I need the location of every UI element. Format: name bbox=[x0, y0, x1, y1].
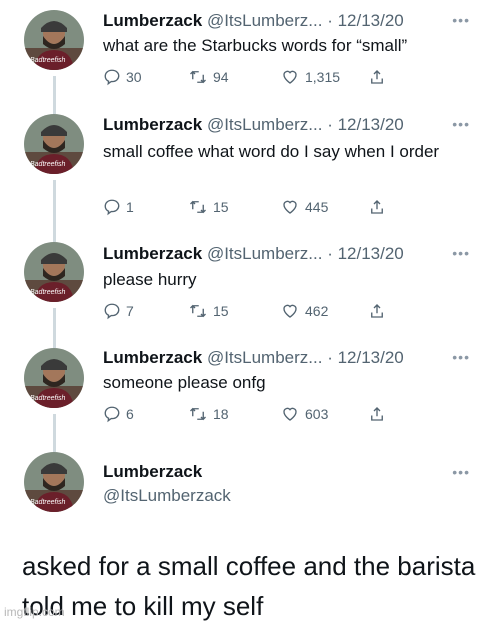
reply-button[interactable]: 6 bbox=[103, 405, 134, 423]
like-icon bbox=[283, 407, 297, 421]
retweet-icon bbox=[190, 200, 206, 214]
reply-button[interactable]: 1 bbox=[103, 198, 134, 216]
tweet-text: someone please onfg bbox=[103, 373, 266, 392]
avatar-text: Badtreefish bbox=[30, 395, 66, 402]
reply-icon bbox=[104, 69, 120, 86]
username[interactable]: @ItsLumberz... bbox=[207, 115, 323, 134]
avatar[interactable]: Badtreefish bbox=[24, 242, 84, 302]
reply-count: 7 bbox=[126, 303, 134, 319]
avatar[interactable]: Badtreefish bbox=[24, 114, 84, 174]
username[interactable]: @ItsLumberzack bbox=[103, 486, 231, 506]
tweet-actions: 6 18 603 bbox=[103, 405, 403, 427]
retweet-button[interactable]: 18 bbox=[188, 405, 229, 423]
retweet-count: 15 bbox=[213, 199, 229, 215]
share-icon bbox=[371, 200, 383, 214]
tweet-text: please hurry bbox=[103, 270, 197, 289]
share-icon bbox=[371, 304, 383, 318]
more-icon[interactable]: ••• bbox=[452, 245, 470, 261]
more-icon[interactable]: ••• bbox=[452, 464, 470, 480]
like-icon bbox=[283, 304, 297, 318]
username[interactable]: @ItsLumberz... bbox=[207, 11, 323, 30]
retweet-button[interactable]: 15 bbox=[188, 198, 229, 216]
tweet-text: what are the Starbucks words for “small” bbox=[103, 36, 408, 55]
watermark: imgflip.com bbox=[4, 605, 65, 619]
like-button[interactable]: 603 bbox=[280, 405, 328, 423]
avatar[interactable]: Badtreefish bbox=[24, 452, 84, 512]
avatar[interactable]: Badtreefish bbox=[24, 348, 84, 408]
tweet-actions: 7 15 462 bbox=[103, 302, 403, 324]
display-name[interactable]: Lumberzack bbox=[103, 11, 202, 30]
thread-line bbox=[53, 180, 56, 242]
display-name[interactable]: Lumberzack bbox=[103, 244, 202, 263]
reply-button[interactable]: 7 bbox=[103, 302, 134, 320]
username[interactable]: @ItsLumberz... bbox=[207, 348, 323, 367]
avatar-text: Badtreefish bbox=[30, 499, 66, 506]
tweet-header: Lumberzack @ItsLumberz... · 12/13/20 bbox=[103, 10, 404, 32]
like-count: 1,315 bbox=[305, 69, 341, 85]
avatar-text: Badtreefish bbox=[30, 161, 66, 168]
display-name[interactable]: Lumberzack bbox=[103, 462, 202, 482]
tweet-text: small coffee what word do I say when I o… bbox=[103, 142, 440, 161]
like-button[interactable]: 1,315 bbox=[280, 68, 340, 86]
like-button[interactable]: 445 bbox=[280, 198, 328, 216]
share-button[interactable] bbox=[368, 68, 386, 86]
share-icon bbox=[371, 407, 383, 421]
reply-icon bbox=[104, 199, 120, 216]
reply-count: 1 bbox=[126, 199, 134, 215]
retweet-count: 18 bbox=[213, 406, 229, 422]
reply-icon bbox=[104, 303, 120, 320]
timestamp[interactable]: · 12/13/20 bbox=[327, 244, 404, 263]
timestamp[interactable]: · 12/13/20 bbox=[327, 348, 404, 367]
avatar[interactable]: Badtreefish bbox=[24, 10, 84, 70]
retweet-button[interactable]: 94 bbox=[188, 68, 229, 86]
timestamp[interactable]: · 12/13/20 bbox=[327, 115, 404, 134]
avatar-text: Badtreefish bbox=[30, 289, 66, 296]
username[interactable]: @ItsLumberz... bbox=[207, 244, 323, 263]
display-name[interactable]: Lumberzack bbox=[103, 348, 202, 367]
reply-button[interactable]: 30 bbox=[103, 68, 142, 86]
tweet-header: Lumberzack @ItsLumberz... · 12/13/20 bbox=[103, 243, 404, 265]
meme-caption: asked for a small coffee and the barista… bbox=[22, 551, 476, 621]
retweet-icon bbox=[190, 70, 206, 84]
more-icon[interactable]: ••• bbox=[452, 12, 470, 28]
display-name[interactable]: Lumberzack bbox=[103, 115, 202, 134]
share-button[interactable] bbox=[368, 302, 386, 320]
more-icon[interactable]: ••• bbox=[452, 349, 470, 365]
like-count: 445 bbox=[305, 199, 329, 215]
tweet-actions: 30 94 1,315 bbox=[103, 68, 403, 90]
retweet-icon bbox=[190, 304, 206, 318]
thread-line bbox=[53, 414, 56, 452]
avatar-text: Badtreefish bbox=[30, 57, 66, 64]
like-icon bbox=[283, 70, 297, 84]
retweet-count: 15 bbox=[213, 303, 229, 319]
more-icon[interactable]: ••• bbox=[452, 116, 470, 132]
retweet-count: 94 bbox=[213, 69, 229, 85]
share-icon bbox=[371, 70, 383, 84]
reply-count: 6 bbox=[126, 406, 134, 422]
retweet-button[interactable]: 15 bbox=[188, 302, 229, 320]
like-icon bbox=[283, 200, 297, 214]
like-count: 603 bbox=[305, 406, 329, 422]
reply-icon bbox=[104, 406, 120, 423]
tweet-header: Lumberzack @ItsLumberz... · 12/13/20 bbox=[103, 114, 404, 136]
share-button[interactable] bbox=[368, 405, 386, 423]
retweet-icon bbox=[190, 407, 206, 421]
reply-count: 30 bbox=[126, 69, 142, 85]
thread-line bbox=[53, 76, 56, 114]
like-button[interactable]: 462 bbox=[280, 302, 328, 320]
share-button[interactable] bbox=[368, 198, 386, 216]
thread-line bbox=[53, 308, 56, 348]
timestamp[interactable]: · 12/13/20 bbox=[327, 11, 404, 30]
tweet-actions: 1 15 445 bbox=[103, 198, 403, 220]
like-count: 462 bbox=[305, 303, 329, 319]
tweet-header: Lumberzack @ItsLumberz... · 12/13/20 bbox=[103, 347, 404, 369]
